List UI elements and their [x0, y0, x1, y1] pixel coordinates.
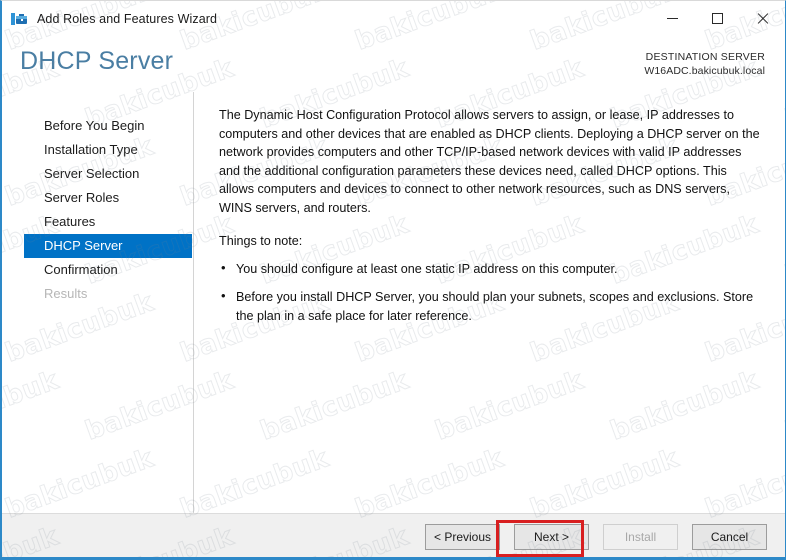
page-title: DHCP Server [20, 47, 173, 76]
install-button: Install [603, 524, 678, 550]
destination-server-label: DESTINATION SERVER [644, 50, 765, 64]
title-bar: Add Roles and Features Wizard [2, 1, 785, 36]
wizard-body: Before You Begin Installation Type Serve… [2, 92, 785, 513]
add-roles-wizard-window: Add Roles and Features Wizard DHCP Serve… [0, 0, 786, 560]
maximize-icon [712, 13, 723, 24]
footer-button-row: < Previous Next > Install Cancel [425, 524, 767, 550]
wizard-content-pane: The Dynamic Host Configuration Protocol … [195, 92, 785, 513]
sidebar-item-before-you-begin[interactable]: Before You Begin [24, 114, 191, 138]
destination-server-value: W16ADC.bakicubuk.local [644, 64, 765, 78]
sidebar-item-confirmation[interactable]: Confirmation [24, 258, 191, 282]
list-item: You should configure at least one static… [219, 260, 763, 279]
page-header: DHCP Server DESTINATION SERVER W16ADC.ba… [2, 36, 785, 92]
sidebar-item-dhcp-server[interactable]: DHCP Server [24, 234, 192, 258]
window-title: Add Roles and Features Wizard [37, 12, 217, 26]
maximize-button[interactable] [695, 1, 740, 36]
roles-wizard-icon [10, 10, 28, 28]
next-button[interactable]: Next > [514, 524, 589, 550]
notes-list: You should configure at least one static… [219, 260, 763, 326]
intro-paragraph: The Dynamic Host Configuration Protocol … [219, 106, 763, 218]
wizard-step-nav: Before You Begin Installation Type Serve… [2, 92, 194, 513]
close-icon [756, 12, 769, 25]
sidebar-item-installation-type[interactable]: Installation Type [24, 138, 191, 162]
list-item: Before you install DHCP Server, you shou… [219, 288, 763, 325]
minimize-button[interactable] [650, 1, 695, 36]
destination-server-block: DESTINATION SERVER W16ADC.bakicubuk.loca… [644, 50, 765, 78]
sidebar-item-results: Results [24, 282, 191, 306]
minimize-icon [667, 18, 678, 19]
sidebar-item-server-roles[interactable]: Server Roles [24, 186, 191, 210]
things-to-note-heading: Things to note: [219, 234, 763, 248]
close-button[interactable] [740, 1, 785, 36]
window-controls [650, 1, 785, 36]
sidebar-item-features[interactable]: Features [24, 210, 191, 234]
sidebar-item-server-selection[interactable]: Server Selection [24, 162, 191, 186]
previous-button[interactable]: < Previous [425, 524, 500, 550]
wizard-footer: < Previous Next > Install Cancel [2, 513, 785, 559]
cancel-button[interactable]: Cancel [692, 524, 767, 550]
